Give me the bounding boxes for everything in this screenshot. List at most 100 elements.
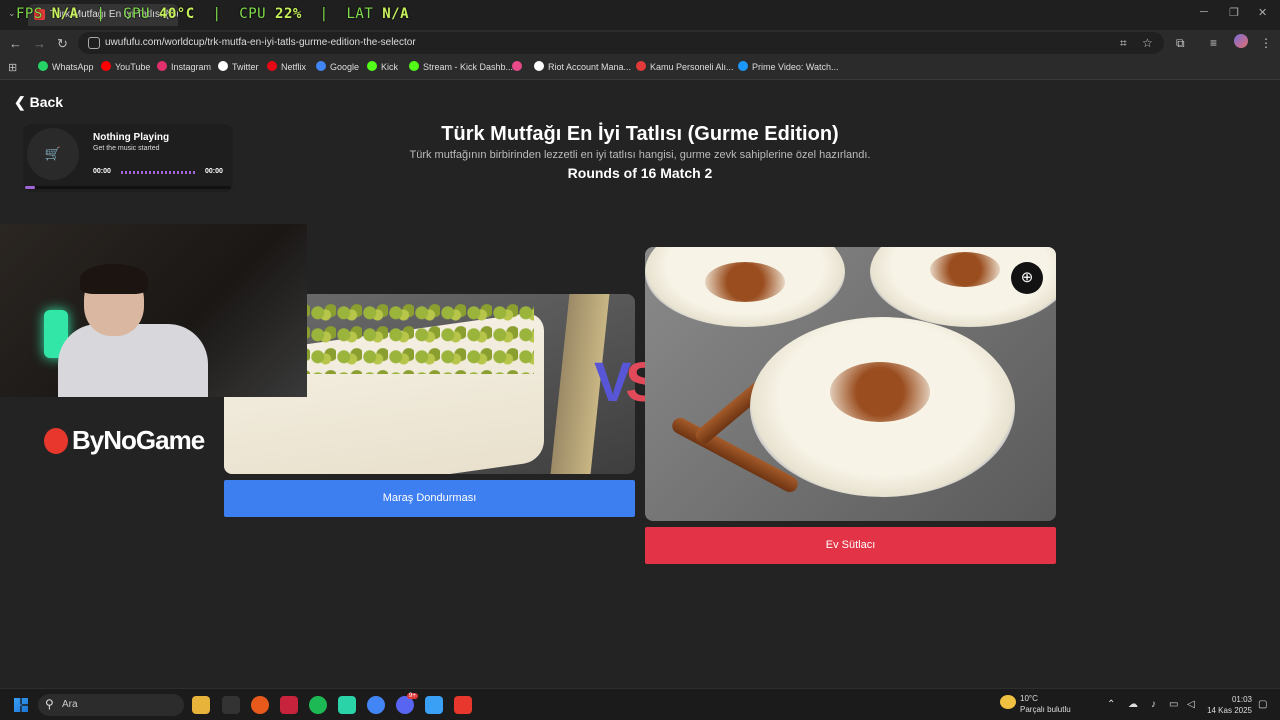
tab-search-icon[interactable]: ⌄ bbox=[8, 8, 16, 19]
onedrive-icon[interactable]: ☁ bbox=[1128, 699, 1138, 710]
weather-desc: Parçalı bulutlu bbox=[1020, 705, 1071, 714]
taskbar-search[interactable]: ⚲ Ara bbox=[38, 694, 184, 716]
back-arrow-icon[interactable]: ← bbox=[9, 36, 22, 51]
back-button[interactable]: ❮ Back bbox=[14, 94, 63, 111]
extensions-icon[interactable]: ⧉ bbox=[1176, 36, 1185, 51]
fl-studio-icon[interactable] bbox=[251, 696, 269, 714]
page-content: ❮ Back 🛒 Nothing Playing Get the music s… bbox=[0, 81, 1280, 688]
streamer-webcam bbox=[0, 224, 307, 397]
microphone-icon[interactable]: ♪ bbox=[1151, 699, 1156, 710]
google-icon bbox=[316, 61, 326, 71]
player-progress-bar[interactable] bbox=[25, 186, 231, 189]
app-bolt-icon[interactable] bbox=[454, 696, 472, 714]
apps-grid-icon[interactable]: ⊞ bbox=[8, 61, 17, 74]
clock-time: 01:03 bbox=[1231, 695, 1252, 704]
option-left-button[interactable]: Maraş Dondurması bbox=[224, 480, 635, 517]
kick-icon bbox=[367, 61, 377, 71]
bookmark-valorant[interactable] bbox=[512, 61, 526, 72]
fps-value: N/A bbox=[51, 6, 79, 22]
bookmark-riot-account[interactable]: Riot Account Mana... bbox=[534, 61, 631, 72]
gpu-label: GPU bbox=[123, 6, 150, 22]
search-placeholder: Ara bbox=[62, 699, 78, 710]
bookmark-prime-video[interactable]: Prime Video: Watch... bbox=[738, 61, 839, 72]
profile-avatar[interactable] bbox=[1234, 34, 1248, 48]
site-info-icon[interactable] bbox=[88, 37, 100, 49]
bookmark-kick[interactable]: Kick bbox=[367, 61, 398, 72]
cpu-label: CPU bbox=[239, 6, 267, 22]
option-right-button[interactable]: Ev Sütlacı bbox=[645, 527, 1056, 564]
stream-brand-logo: ByNoGame bbox=[44, 425, 205, 456]
url-text[interactable]: uwufufu.com/worldcup/trk-mutfa-en-iyi-ta… bbox=[105, 37, 416, 48]
translate-icon[interactable]: ⌗ bbox=[1120, 36, 1127, 51]
bookmark-star-icon[interactable]: ☆ bbox=[1142, 36, 1153, 50]
bookmark-kamu-personeli[interactable]: Kamu Personeli Alı... bbox=[636, 61, 734, 72]
bookmark-label: Twitter bbox=[232, 62, 259, 72]
tab-strip: ⌄ Türk Mutfağı En İyi Tatlısı (Gurme ✕ F… bbox=[0, 0, 1280, 30]
bookmarks-bar: ⊞ WhatsApp YouTube Instagram Twitter Net… bbox=[0, 56, 1280, 80]
obs-icon[interactable] bbox=[338, 696, 356, 714]
cinnamon-shape bbox=[705, 262, 785, 302]
cpu-value: 22% bbox=[275, 6, 302, 22]
bookmark-label: Riot Account Mana... bbox=[548, 62, 632, 72]
gpu-value: 40°C bbox=[158, 6, 195, 22]
twitter-icon bbox=[218, 61, 228, 71]
riot-icon bbox=[534, 61, 544, 71]
lat-label: LAT bbox=[346, 6, 374, 22]
option-right-image[interactable] bbox=[645, 247, 1056, 521]
whatsapp-icon bbox=[38, 61, 48, 71]
restore-icon[interactable]: ❐ bbox=[1229, 6, 1239, 19]
address-bar[interactable]: uwufufu.com/worldcup/trk-mutfa-en-iyi-ta… bbox=[78, 32, 1164, 54]
fps-label: FPS bbox=[16, 6, 43, 22]
youtube-icon bbox=[101, 61, 111, 71]
spotify-icon[interactable] bbox=[309, 696, 327, 714]
media-controls-icon[interactable]: ≡ bbox=[1210, 36, 1217, 50]
bookmark-label: Google bbox=[330, 62, 360, 72]
network-app-icon[interactable] bbox=[425, 696, 443, 714]
lat-value: N/A bbox=[382, 6, 410, 22]
system-clock[interactable]: 01:03 14 Kas 2025 bbox=[1206, 694, 1252, 716]
bookmark-label: Kamu Personeli Alı... bbox=[650, 62, 734, 72]
vs-v: V bbox=[594, 350, 631, 413]
close-window-icon[interactable]: ✕ bbox=[1258, 6, 1267, 19]
streamer-body bbox=[58, 324, 208, 397]
terminal-icon[interactable] bbox=[222, 696, 240, 714]
weather-temp: 10°C bbox=[1020, 694, 1038, 703]
bookmark-twitter[interactable]: Twitter bbox=[218, 61, 259, 72]
bookmark-instagram[interactable]: Instagram bbox=[157, 61, 211, 72]
pistachio-topping-shape bbox=[284, 304, 534, 374]
bookmark-whatsapp[interactable]: WhatsApp bbox=[38, 61, 94, 72]
tray-chevron-icon[interactable]: ⌃ bbox=[1107, 699, 1115, 710]
brand-name: ByNoGame bbox=[72, 425, 205, 455]
toolbar: ← → ↻ uwufufu.com/worldcup/trk-mutfa-en-… bbox=[0, 30, 1280, 56]
partly-cloudy-icon bbox=[1000, 695, 1016, 709]
bookmark-google[interactable]: Google bbox=[316, 61, 359, 72]
clock-date: 14 Kas 2025 bbox=[1207, 706, 1252, 715]
netflix-icon bbox=[267, 61, 277, 71]
bookmark-label: Kick bbox=[381, 62, 399, 72]
player-progress-fill bbox=[25, 186, 36, 189]
brand-mark-icon bbox=[44, 428, 68, 454]
voicemeeter-icon[interactable] bbox=[280, 696, 298, 714]
bookmark-label: Stream - Kick Dashb... bbox=[423, 62, 514, 72]
file-explorer-icon[interactable] bbox=[192, 696, 210, 714]
zoom-in-icon[interactable]: ⊕ bbox=[1011, 262, 1043, 294]
back-label: Back bbox=[29, 94, 64, 110]
menu-icon[interactable]: ⋮ bbox=[1260, 36, 1272, 50]
reload-icon[interactable]: ↻ bbox=[57, 36, 68, 52]
bookmark-label: YouTube bbox=[115, 62, 151, 72]
network-icon[interactable]: ▭ bbox=[1169, 699, 1178, 710]
kamu-icon bbox=[636, 61, 646, 71]
minimize-icon[interactable]: ─ bbox=[1200, 6, 1208, 18]
windows-start-icon[interactable] bbox=[14, 698, 28, 712]
kick-icon bbox=[409, 61, 419, 71]
volume-icon[interactable]: ◁ bbox=[1187, 699, 1195, 710]
bookmark-label: Prime Video: Watch... bbox=[752, 62, 839, 72]
forward-arrow-icon[interactable]: → bbox=[33, 36, 46, 51]
chrome-icon[interactable] bbox=[367, 696, 385, 714]
bookmark-netflix[interactable]: Netflix bbox=[267, 61, 306, 72]
round-indicator: Rounds of 16 Match 2 bbox=[567, 165, 713, 181]
notifications-icon[interactable]: ▢ bbox=[1258, 699, 1267, 710]
bookmark-kick-dashboard[interactable]: Stream - Kick Dashb... bbox=[409, 61, 513, 72]
bookmark-youtube[interactable]: YouTube bbox=[101, 61, 150, 72]
streamer-hair bbox=[80, 264, 148, 294]
